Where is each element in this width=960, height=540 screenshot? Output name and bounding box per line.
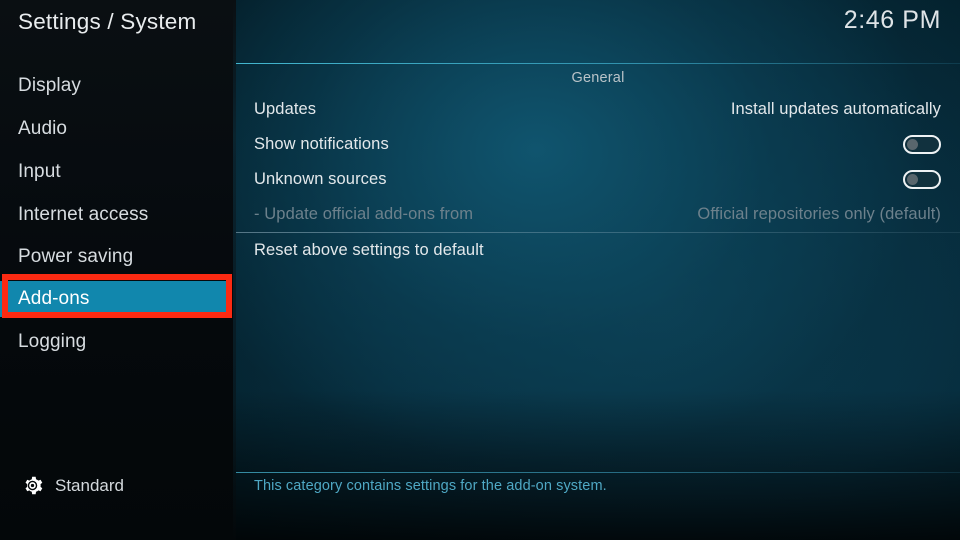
sidebar-item-add-ons[interactable]: Add-ons bbox=[0, 281, 232, 317]
sidebar-item-logging[interactable]: Logging bbox=[0, 324, 232, 360]
setting-row-unknown-sources[interactable]: Unknown sources bbox=[254, 166, 941, 192]
sidebar-item-label: Display bbox=[18, 75, 81, 96]
toggle-knob bbox=[907, 138, 918, 150]
setting-label: Reset above settings to default bbox=[254, 240, 484, 259]
settings-level-label: Standard bbox=[55, 475, 124, 495]
setting-label: Show notifications bbox=[254, 134, 389, 153]
settings-group-title: General bbox=[571, 70, 625, 86]
sidebar-item-internet-access[interactable]: Internet access bbox=[0, 197, 232, 233]
setting-value: Install updates automatically bbox=[730, 99, 941, 118]
toggle-knob bbox=[907, 173, 918, 185]
toggle-show-notifications[interactable] bbox=[903, 134, 941, 154]
header-bar: Settings / System 2:46 PM bbox=[0, 0, 960, 64]
clock: 2:46 PM bbox=[843, 6, 941, 34]
gear-icon bbox=[22, 475, 43, 496]
sidebar-item-label: Logging bbox=[18, 331, 87, 352]
sidebar-item-label: Input bbox=[18, 161, 61, 182]
setting-label: Unknown sources bbox=[254, 169, 387, 188]
setting-label: - Update official add-ons from bbox=[254, 204, 474, 223]
sidebar-item-input[interactable]: Input bbox=[0, 154, 232, 190]
sidebar-item-label: Internet access bbox=[18, 204, 149, 225]
toggle-unknown-sources[interactable] bbox=[903, 169, 941, 189]
sidebar-item-power-saving[interactable]: Power saving bbox=[0, 239, 232, 275]
setting-row-reset-to-default[interactable]: Reset above settings to default bbox=[254, 237, 941, 263]
setting-label: Updates bbox=[254, 99, 317, 118]
settings-level-indicator[interactable]: Standard bbox=[22, 475, 124, 496]
setting-value: Official repositories only (default) bbox=[697, 204, 941, 223]
setting-row-show-notifications[interactable]: Show notifications bbox=[254, 131, 941, 157]
sidebar-item-audio[interactable]: Audio bbox=[0, 111, 232, 147]
header-divider bbox=[236, 63, 960, 64]
page-title: Settings / System bbox=[18, 9, 197, 34]
setting-row-updates[interactable]: Updates Install updates automatically bbox=[254, 96, 941, 122]
sidebar-item-display[interactable]: Display bbox=[0, 68, 232, 104]
kodi-settings-screen: Settings / System 2:46 PM Display Audio … bbox=[0, 0, 960, 540]
sidebar-item-label: Power saving bbox=[18, 246, 134, 267]
setting-row-update-official-add-ons-from: - Update official add-ons from Official … bbox=[254, 201, 941, 227]
reset-section-divider bbox=[236, 232, 960, 233]
category-description: This category contains settings for the … bbox=[254, 478, 607, 494]
footer-divider bbox=[236, 472, 960, 473]
sidebar-item-label: Add-ons bbox=[18, 288, 90, 309]
sidebar-item-label: Audio bbox=[18, 118, 68, 139]
